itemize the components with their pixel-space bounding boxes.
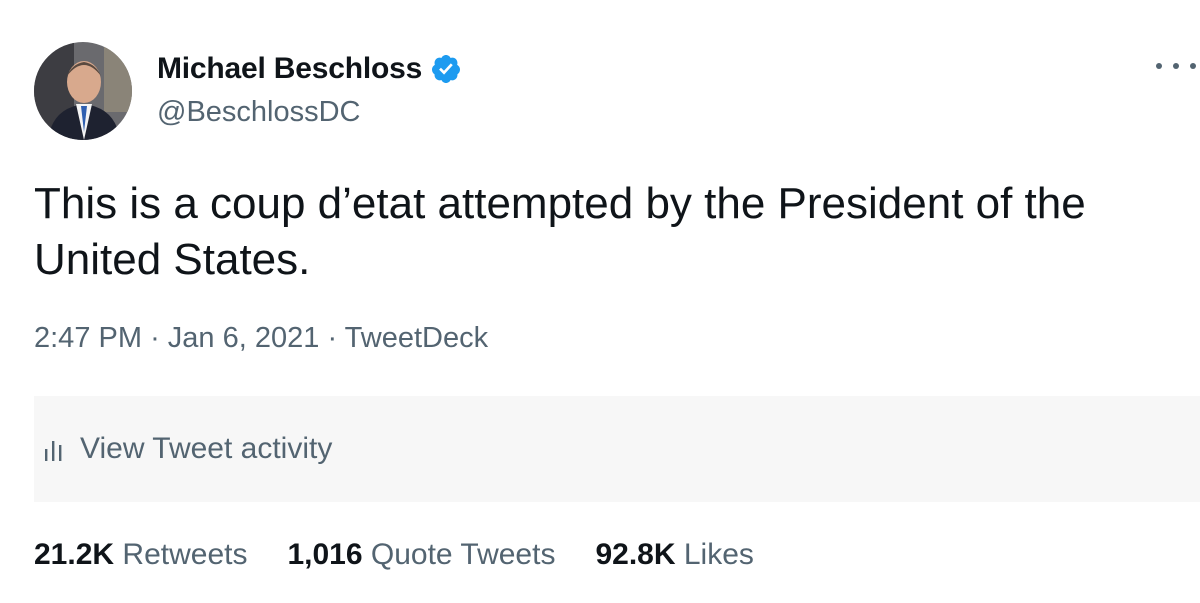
tweet-date[interactable]: Jan 6, 2021 <box>168 322 320 354</box>
ellipsis-icon[interactable] <box>1156 56 1196 76</box>
tweet-source[interactable]: TweetDeck <box>345 322 488 354</box>
meta-separator: · <box>150 322 160 354</box>
activity-label: View Tweet activity <box>80 432 333 465</box>
tweet-meta: 2:47 PM · Jan 6, 2021 · TweetDeck <box>34 322 488 355</box>
tweet-header: Michael Beschloss @BeschlossDC <box>34 42 1196 140</box>
tweet-stats: 21.2K Retweets 1,016 Quote Tweets 92.8K … <box>34 538 794 572</box>
user-handle[interactable]: @BeschlossDC <box>157 96 361 129</box>
name-row: Michael Beschloss <box>157 52 462 86</box>
view-tweet-activity-button[interactable]: View Tweet activity <box>34 396 1200 502</box>
quote-tweets-label: Quote Tweets <box>370 538 556 571</box>
likes-label: Likes <box>683 538 754 571</box>
retweets-stat[interactable]: 21.2K Retweets <box>34 538 247 572</box>
verified-badge-icon <box>430 53 462 85</box>
tweet-time[interactable]: 2:47 PM <box>34 322 142 354</box>
retweets-count: 21.2K <box>34 538 115 571</box>
likes-stat[interactable]: 92.8K Likes <box>595 538 753 572</box>
quote-tweets-count: 1,016 <box>287 538 363 571</box>
display-name[interactable]: Michael Beschloss <box>157 52 422 86</box>
meta-separator: · <box>327 322 338 354</box>
tweet-text: This is a coup d’etat attempted by the P… <box>34 179 1098 284</box>
retweets-label: Retweets <box>122 538 248 571</box>
quote-tweets-stat[interactable]: 1,016 Quote Tweets <box>287 538 555 572</box>
likes-count: 92.8K <box>595 538 676 571</box>
avatar[interactable] <box>34 42 132 140</box>
bar-chart-icon <box>42 435 66 463</box>
profile-photo <box>34 42 132 140</box>
